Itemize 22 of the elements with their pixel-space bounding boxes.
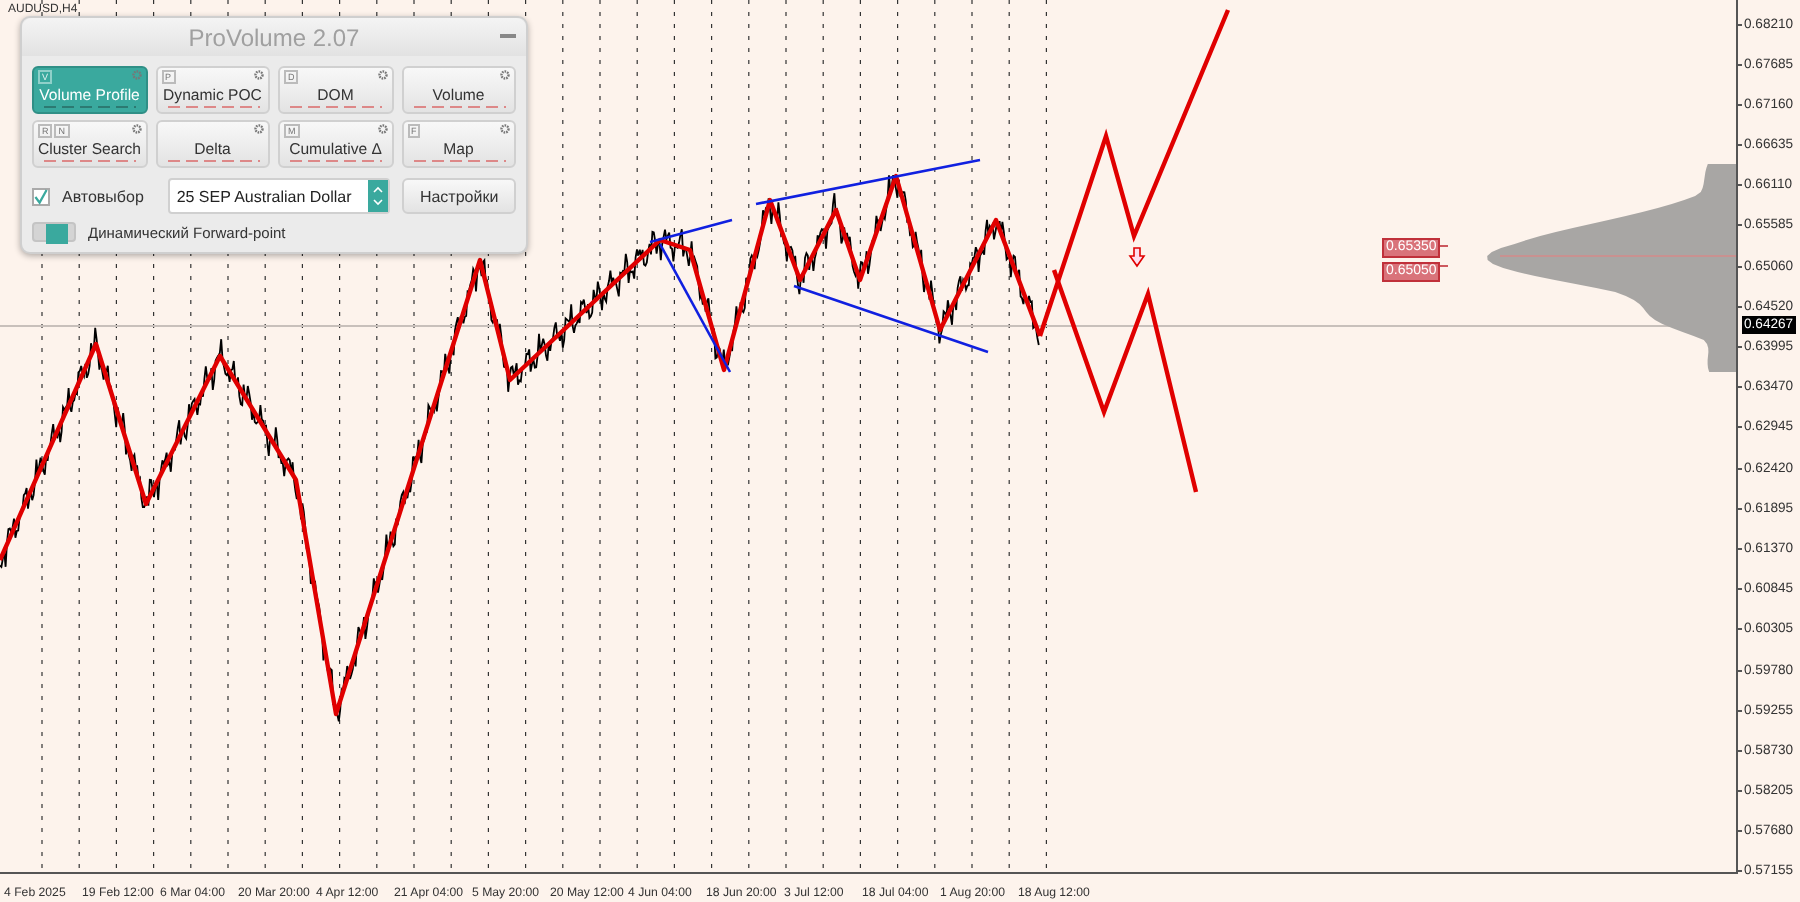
checkbox[interactable] [32,187,50,205]
indicator-strip [40,158,140,164]
indicator-strip [163,158,263,164]
checkbox-label: Автовыбор [62,187,146,205]
instrument-select[interactable]: 25 SEP Australian Dollar [168,178,391,214]
gear-icon[interactable] [254,70,264,80]
indicator-strip [409,158,509,164]
panel-title: ProVolume 2.07 [188,23,360,51]
gear-icon[interactable] [377,70,387,80]
indicator-strip [409,104,509,110]
level-marker-lines [1437,245,1449,267]
gear-icon[interactable] [500,70,510,80]
gear-icon[interactable] [500,124,510,134]
toggle-switch[interactable] [32,222,76,242]
gear-icon[interactable] [377,124,387,134]
indicator-strip [286,158,386,164]
gear-icon[interactable] [254,124,264,134]
settings-button[interactable]: Настройки [402,178,516,214]
indicator-strip [163,104,263,110]
gear-icon[interactable] [131,124,141,134]
arrow-icon [1128,247,1146,268]
indicator-strip [286,104,386,110]
